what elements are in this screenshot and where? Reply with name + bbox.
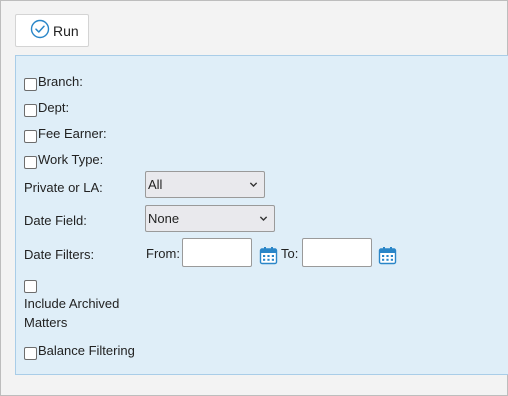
balance-filtering-filter: Balance Filtering (24, 341, 135, 360)
chevron-down-icon (249, 177, 258, 192)
work-type-checkbox[interactable] (24, 156, 37, 169)
to-date-input[interactable] (302, 238, 372, 267)
private-or-la-select[interactable]: All (145, 171, 265, 198)
run-button-label: Run (53, 22, 79, 39)
work-type-label: Work Type: (38, 152, 104, 167)
fee-earner-label: Fee Earner: (38, 126, 107, 141)
report-options-window: Run Branch: Dept: Fee Earner: Work Type:… (0, 0, 508, 396)
fee-earner-filter: Fee Earner: (24, 124, 107, 143)
branch-checkbox[interactable] (24, 78, 37, 91)
check-circle-icon (30, 19, 53, 42)
calendar-icon[interactable] (259, 246, 278, 265)
dept-label: Dept: (38, 100, 70, 115)
fee-earner-checkbox[interactable] (24, 130, 37, 143)
work-type-filter: Work Type: (24, 150, 103, 169)
include-archived-label-line2: Matters (24, 315, 68, 330)
calendar-icon[interactable] (378, 246, 397, 265)
date-field-label: Date Field: (24, 213, 87, 228)
chevron-down-icon (259, 211, 268, 226)
from-label: From: (146, 246, 180, 261)
balance-filtering-checkbox[interactable] (24, 347, 37, 360)
private-or-la-value: All (148, 177, 163, 192)
include-archived-checkbox[interactable] (24, 280, 37, 293)
branch-label: Branch: (38, 74, 83, 89)
include-archived-label-line1: Include Archived (24, 296, 120, 311)
date-field-value: None (148, 211, 180, 226)
branch-filter: Branch: (24, 72, 83, 91)
dept-filter: Dept: (24, 98, 69, 117)
date-filters-label: Date Filters: (24, 247, 95, 262)
private-or-la-label: Private or LA: (24, 180, 103, 195)
date-field-select[interactable]: None (145, 205, 275, 232)
to-label: To: (281, 246, 299, 261)
dept-checkbox[interactable] (24, 104, 37, 117)
balance-filtering-label: Balance Filtering (38, 343, 135, 358)
run-button[interactable]: Run (15, 14, 89, 47)
from-date-input[interactable] (182, 238, 252, 267)
filter-panel: Branch: Dept: Fee Earner: Work Type: Pri… (15, 55, 508, 375)
